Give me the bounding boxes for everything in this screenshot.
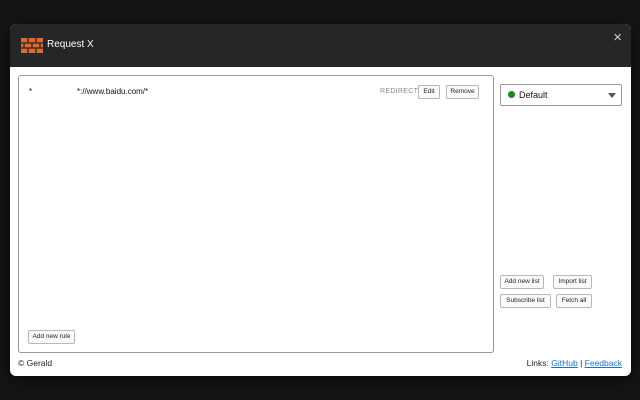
footer-links: Links: GitHub | Feedback — [527, 358, 622, 368]
list-select-value: Default — [519, 90, 548, 100]
rules-panel: * *://www.baidu.com/* REDIRECT Edit Remo… — [18, 75, 494, 353]
rule-row: * *://www.baidu.com/* REDIRECT Edit Remo… — [19, 83, 493, 101]
brick-wall-logo-icon — [21, 38, 43, 53]
fetch-all-button[interactable]: Fetch all — [556, 294, 592, 308]
links-label: Links: — [526, 358, 549, 368]
rule-type-label: REDIRECT — [380, 88, 419, 95]
add-rule-button[interactable]: Add new rule — [28, 330, 75, 344]
chevron-down-icon — [608, 93, 616, 98]
copyright-text: © Gerald — [18, 358, 53, 368]
rule-url: *://www.baidu.com/* — [77, 87, 149, 96]
import-list-button[interactable]: Import list — [553, 275, 592, 289]
remove-rule-button[interactable]: Remove — [446, 85, 479, 99]
title-bar: Request X × — [10, 24, 631, 67]
list-select[interactable]: Default — [500, 84, 622, 106]
list-status-dot — [508, 91, 515, 98]
link-separator: | — [580, 358, 583, 368]
edit-rule-button[interactable]: Edit — [418, 85, 440, 99]
rule-method: * — [29, 87, 33, 96]
add-list-button[interactable]: Add new list — [500, 275, 544, 289]
app-title: Request X — [47, 39, 94, 50]
request-x-dialog: Request X × * *://www.baidu.com/* REDIRE… — [10, 24, 631, 376]
close-icon[interactable]: × — [613, 30, 622, 46]
github-link[interactable]: GitHub — [551, 358, 577, 368]
feedback-link[interactable]: Feedback — [585, 358, 622, 368]
subscribe-list-button[interactable]: Subscribe list — [500, 294, 551, 308]
